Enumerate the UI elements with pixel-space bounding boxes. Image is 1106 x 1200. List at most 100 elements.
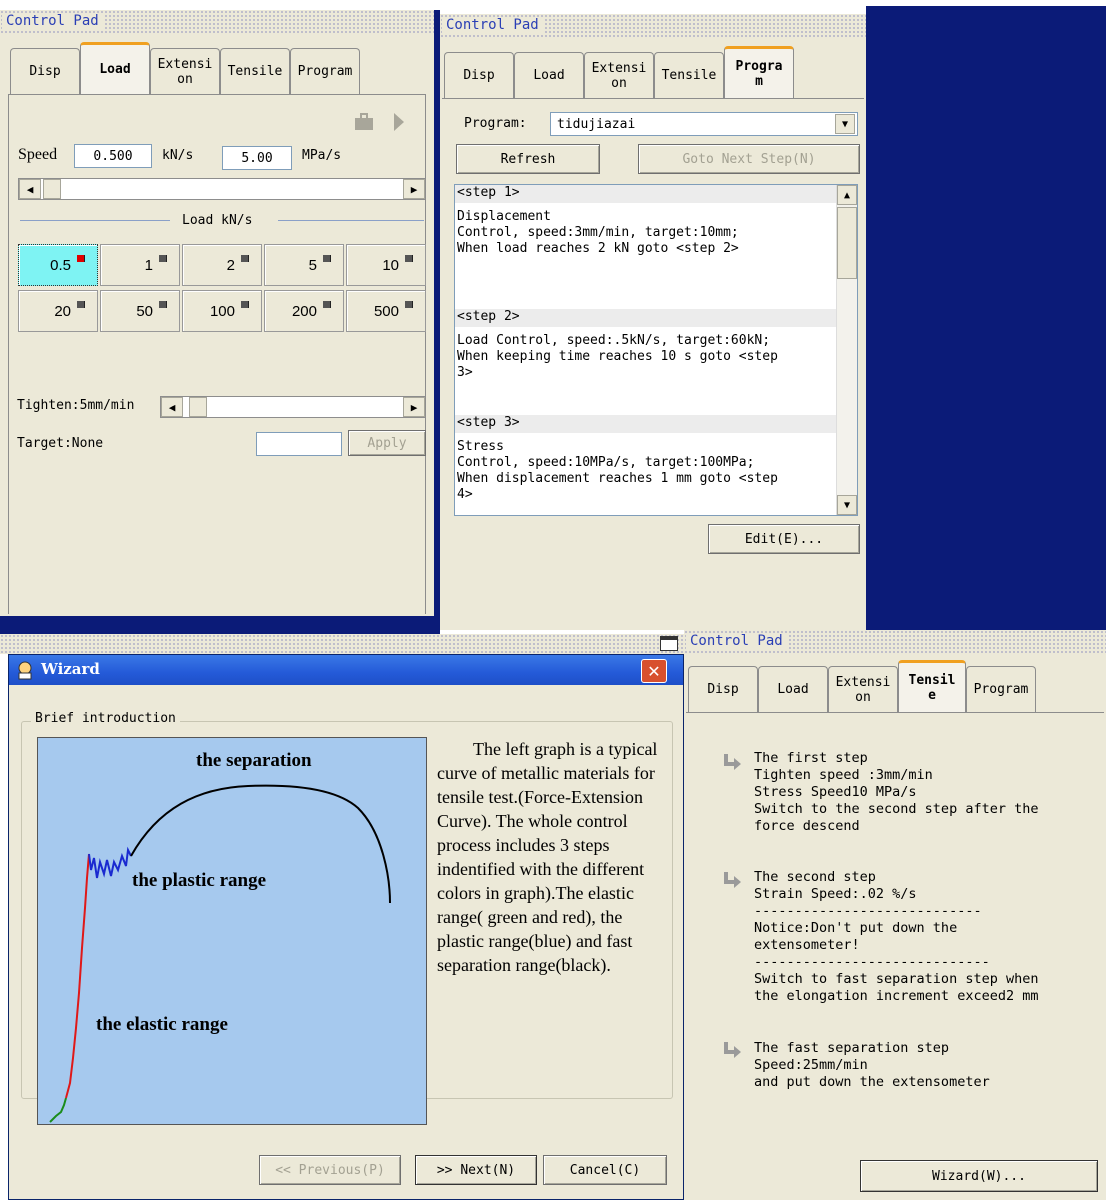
scroll-thumb[interactable] <box>837 207 857 279</box>
load-button[interactable]: 5 <box>264 244 344 286</box>
tab-program[interactable]: Program <box>966 666 1036 712</box>
step-body: Displacement Control, speed:3mm/min, tar… <box>457 209 739 256</box>
target-input[interactable] <box>256 432 342 456</box>
program-steps-list[interactable]: <step 1> Displacement Control, speed:3mm… <box>454 184 858 516</box>
flag-icon <box>323 255 331 262</box>
tab-strip: Disp Load Extensi on Tensil e Program <box>684 660 1106 712</box>
tab-tensile[interactable]: Tensil e <box>898 660 966 712</box>
tighten-slider[interactable]: ◀ ▶ <box>160 396 426 418</box>
stress-input[interactable]: 5.00 <box>222 146 292 170</box>
tab-extension[interactable]: Extensi on <box>584 52 654 98</box>
group-divider-left <box>20 220 170 221</box>
wizard-app-icon <box>15 660 35 680</box>
load-button[interactable]: 1 <box>100 244 180 286</box>
tab-divider <box>686 712 1104 713</box>
wizard-backdrop-strip <box>0 634 684 654</box>
flag-icon <box>241 255 249 262</box>
load-button-value: 200 <box>291 303 317 320</box>
stress-unit: MPa/s <box>302 148 342 163</box>
control-pad-titlebar[interactable]: Control Pad <box>0 10 434 34</box>
edit-button[interactable]: Edit(E)... <box>708 524 860 554</box>
wizard-titlebar[interactable]: Wizard ✕ <box>9 655 683 685</box>
next-button[interactable]: >> Next(N) <box>415 1155 537 1185</box>
load-button-value: 50 <box>136 303 153 320</box>
group-divider-right <box>278 220 424 221</box>
tab-disp[interactable]: Disp <box>10 48 80 94</box>
tensile-curve-graph: the separation the plastic range the ela… <box>37 737 427 1125</box>
tab-program[interactable]: Progra m <box>724 46 794 98</box>
step-header: <step 3> <box>455 415 837 433</box>
cancel-button[interactable]: Cancel(C) <box>543 1155 667 1185</box>
slider-right-arrow[interactable]: ▶ <box>403 179 425 199</box>
tab-extension[interactable]: Extensi on <box>828 666 898 712</box>
control-pad-program-panel: Control Pad Disp Load Extensi on Tensile… <box>440 14 866 630</box>
tab-tensile[interactable]: Tensile <box>220 48 290 94</box>
tab-load[interactable]: Load <box>80 42 150 94</box>
apply-button[interactable]: Apply <box>348 430 426 456</box>
load-group-label: Load kN/s <box>182 213 253 228</box>
program-label: Program: <box>464 116 527 131</box>
flag-icon <box>159 255 167 262</box>
flag-icon <box>77 255 85 262</box>
program-steps-content: <step 1> Displacement Control, speed:3mm… <box>455 185 837 515</box>
load-button[interactable]: 20 <box>18 290 98 332</box>
slider-left-arrow[interactable]: ◀ <box>161 397 183 417</box>
tab-extension[interactable]: Extensi on <box>150 48 220 94</box>
step-arrow-icon <box>724 872 741 888</box>
load-button[interactable]: 2 <box>182 244 262 286</box>
tab-tensile[interactable]: Tensile <box>654 52 724 98</box>
speed-slider[interactable]: ◀ ▶ <box>18 178 426 200</box>
load-button-value: 500 <box>373 303 399 320</box>
tab-frame-left <box>8 94 9 614</box>
refresh-button[interactable]: Refresh <box>456 144 600 174</box>
scroll-up-arrow[interactable]: ▲ <box>837 185 857 205</box>
tab-load[interactable]: Load <box>514 52 584 98</box>
elastic-label: the elastic range <box>96 1014 228 1035</box>
play-icon[interactable] <box>392 112 406 131</box>
load-button-value: 100 <box>209 303 235 320</box>
load-button[interactable]: 10 <box>346 244 426 286</box>
control-pad-title: Control Pad <box>686 633 787 649</box>
chevron-down-icon[interactable]: ▼ <box>835 114 855 134</box>
slider-right-arrow[interactable]: ▶ <box>403 397 425 417</box>
load-button-grid: 0.5 1 2 5 10 20 50 100 200 500 <box>18 244 428 336</box>
flag-icon <box>323 301 331 308</box>
step-body: Load Control, speed:.5kN/s, target:60kN;… <box>457 333 778 380</box>
control-pad-title: Control Pad <box>442 17 543 33</box>
previous-button[interactable]: << Previous(P) <box>259 1155 401 1185</box>
slider-left-arrow[interactable]: ◀ <box>19 179 41 199</box>
tab-program[interactable]: Program <box>290 48 360 94</box>
program-select[interactable]: tidujiazai ▼ <box>550 112 858 136</box>
speed-input[interactable]: 0.500 <box>74 144 152 168</box>
load-button[interactable]: 200 <box>264 290 344 332</box>
briefcase-icon[interactable] <box>354 113 374 130</box>
flag-icon <box>405 301 413 308</box>
load-button[interactable]: 50 <box>100 290 180 332</box>
close-icon[interactable]: ✕ <box>641 659 667 683</box>
tensile-step-2: The second step Strain Speed:.02 %/s ---… <box>754 869 1039 1004</box>
control-pad-tensile-panel: Control Pad Disp Load Extensi on Tensil … <box>684 630 1106 1200</box>
load-button[interactable]: 100 <box>182 290 262 332</box>
control-pad-titlebar[interactable]: Control Pad <box>684 630 1106 654</box>
tab-strip: Disp Load Extensi on Tensile Progra m <box>440 46 866 98</box>
load-button[interactable]: 500 <box>346 290 426 332</box>
load-button[interactable]: 0.5 <box>18 244 98 286</box>
program-select-value: tidujiazai <box>557 116 636 132</box>
load-button-value: 0.5 <box>50 257 71 274</box>
wizard-button[interactable]: Wizard(W)... <box>860 1160 1098 1192</box>
flag-icon <box>405 255 413 262</box>
scroll-down-arrow[interactable]: ▼ <box>837 495 857 515</box>
tab-divider <box>8 94 426 95</box>
wizard-title: Wizard <box>41 660 100 678</box>
slider-thumb[interactable] <box>189 397 207 417</box>
tab-load[interactable]: Load <box>758 666 828 712</box>
elastic-green-segment <box>49 1097 67 1123</box>
slider-thumb[interactable] <box>43 179 61 199</box>
load-button-value: 10 <box>382 257 399 274</box>
tab-disp[interactable]: Disp <box>444 52 514 98</box>
maximize-icon[interactable] <box>660 636 678 651</box>
tab-disp[interactable]: Disp <box>688 666 758 712</box>
vertical-scrollbar[interactable]: ▲ ▼ <box>836 185 857 515</box>
control-pad-titlebar[interactable]: Control Pad <box>440 14 866 38</box>
goto-next-step-button[interactable]: Goto Next Step(N) <box>638 144 860 174</box>
